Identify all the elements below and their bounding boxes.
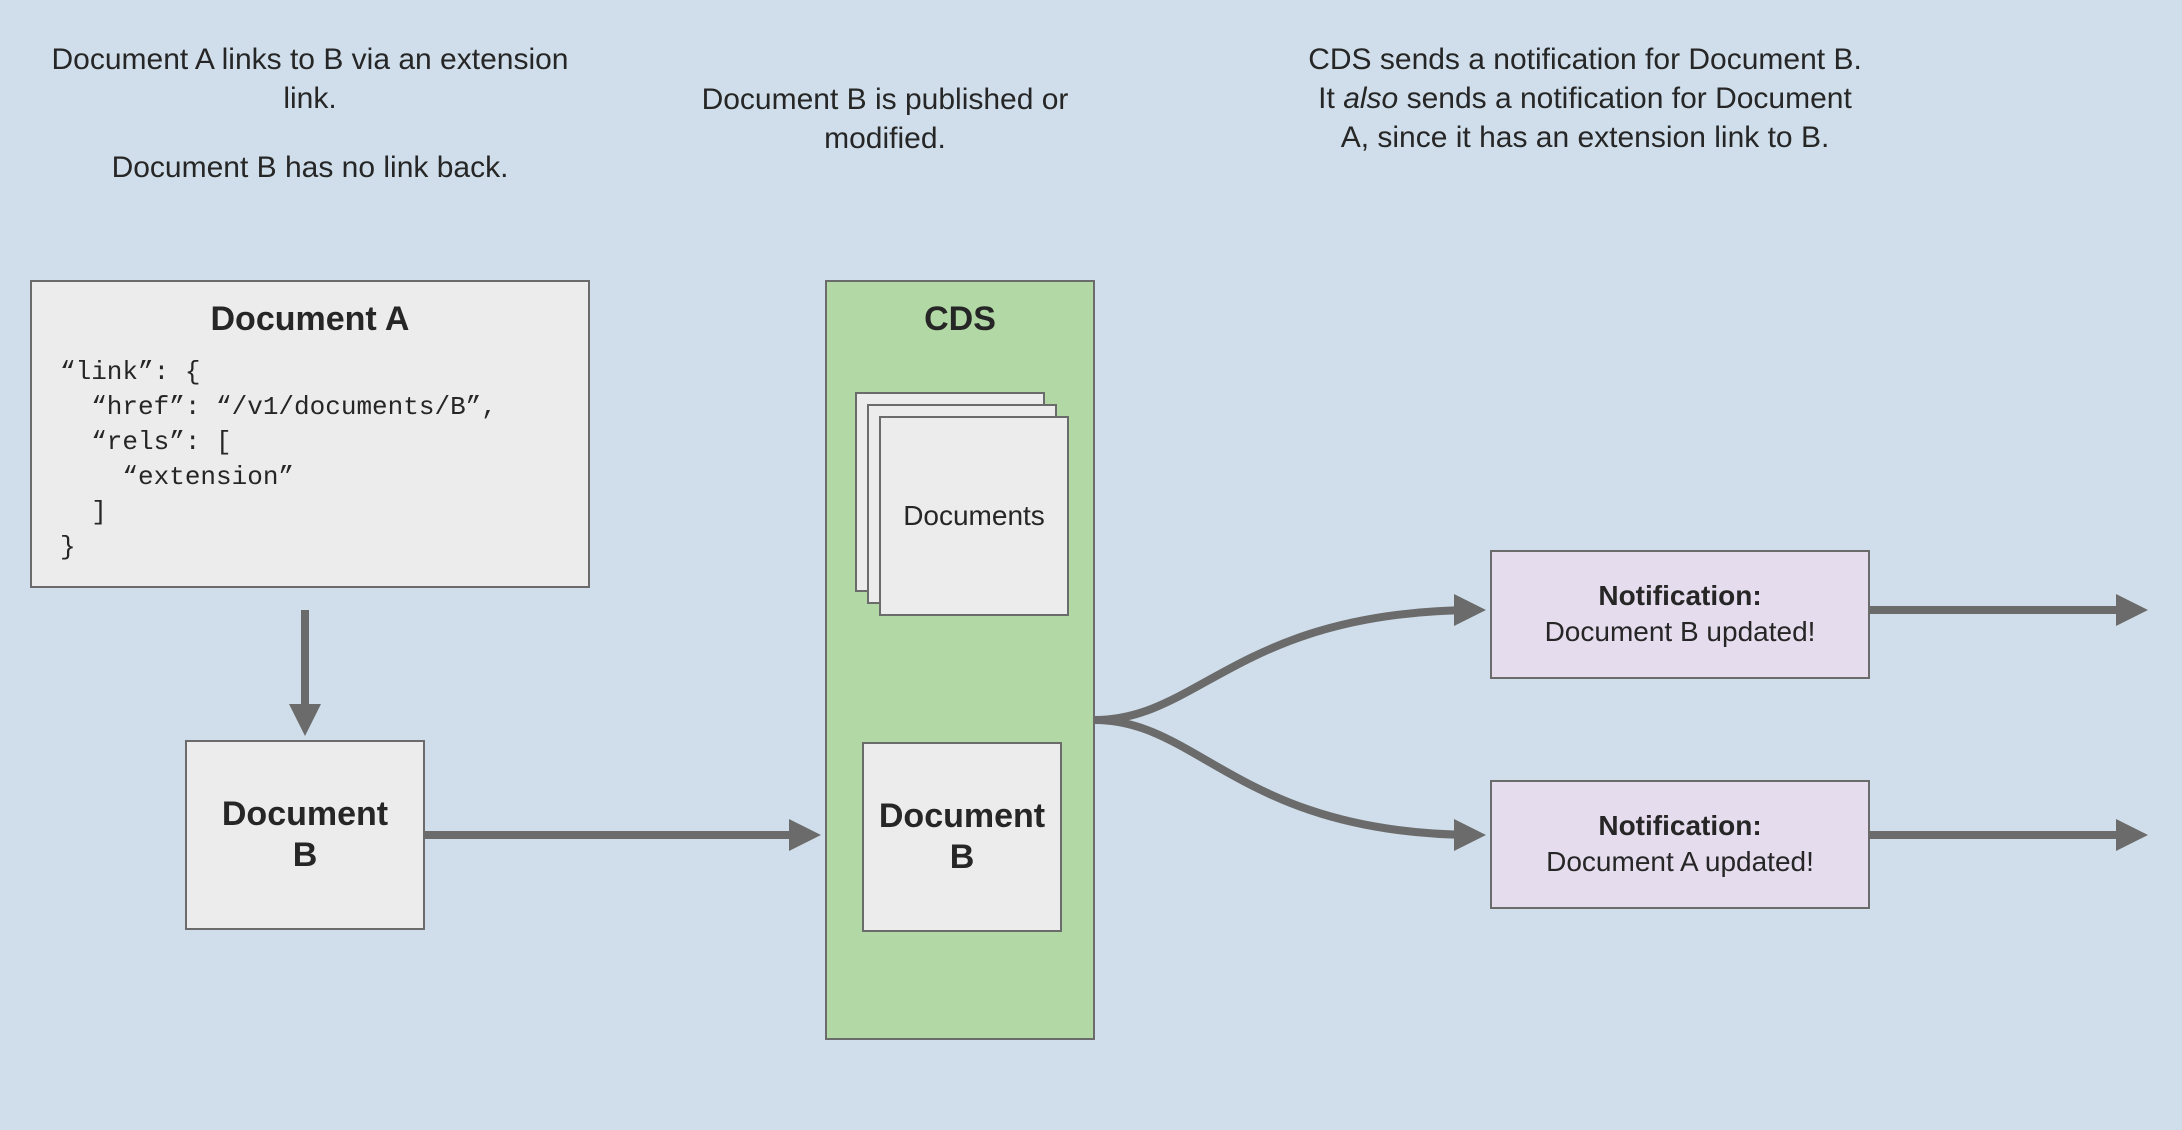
caption-left-line2: Document B has no link back.	[35, 148, 585, 187]
document-a-code: “link”: { “href”: “/v1/documents/B”, “re…	[60, 355, 560, 566]
notification-a-title: Notification:	[1512, 808, 1848, 844]
notification-a-text: Document A updated!	[1512, 844, 1848, 880]
notification-a-box: Notification: Document A updated!	[1490, 780, 1870, 909]
caption-right: CDS sends a notification for Document B.…	[1305, 40, 1865, 157]
document-b-left-box: Document B	[185, 740, 425, 930]
diagram-stage: Document A links to B via an extension l…	[0, 0, 2182, 1130]
caption-right-after: sends a notification for Document A, sin…	[1341, 82, 1852, 154]
notification-b-title: Notification:	[1512, 578, 1848, 614]
cds-title: CDS	[827, 300, 1093, 339]
stack-page-front: Documents	[879, 416, 1069, 616]
cds-document-b-box: Document B	[862, 742, 1062, 932]
stack-page-label: Documents	[903, 500, 1045, 532]
arrow-cds-to-notif-b	[1095, 610, 1478, 720]
caption-left-line1: Document A links to B via an extension l…	[35, 40, 585, 118]
notification-b-text: Document B updated!	[1512, 614, 1848, 650]
arrow-cds-to-notif-a	[1095, 720, 1478, 835]
document-a-title: Document A	[60, 300, 560, 339]
notification-b-box: Notification: Document B updated!	[1490, 550, 1870, 679]
caption-middle: Document B is published or modified.	[670, 80, 1100, 158]
caption-left: Document A links to B via an extension l…	[35, 40, 585, 187]
cds-box: CDS Documents Document B	[825, 280, 1095, 1040]
caption-right-em: also	[1343, 82, 1398, 115]
caption-middle-text: Document B is published or modified.	[702, 83, 1069, 155]
document-a-box: Document A “link”: { “href”: “/v1/docume…	[30, 280, 590, 588]
